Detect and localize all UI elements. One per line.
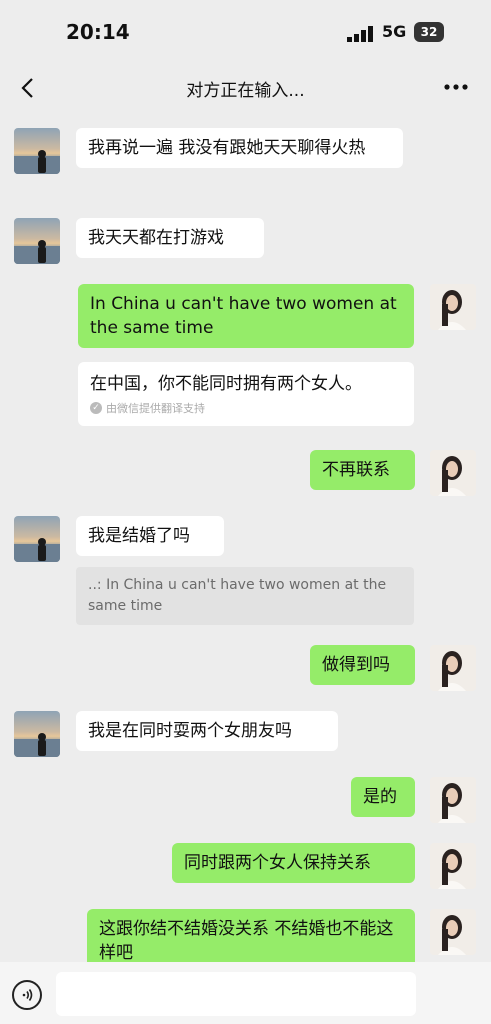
person-icon — [430, 909, 476, 955]
message-bubble-sent[interactable]: 做得到吗 — [310, 645, 415, 685]
message-bubble-received[interactable]: 我是结婚了吗 — [76, 516, 224, 556]
network-label: 5G — [382, 22, 407, 41]
silhouette-icon — [14, 240, 60, 264]
message-bubble-sent[interactable]: 不再联系 — [310, 450, 415, 490]
self-avatar[interactable] — [430, 843, 476, 889]
quoted-message[interactable]: ..: In China u can't have two women at t… — [76, 567, 414, 625]
translation-card[interactable]: 在中国，你不能同时拥有两个女人。 ✓ 由微信提供翻译支持 — [78, 362, 414, 426]
message-bubble-sent[interactable]: 是的 — [351, 777, 415, 817]
translation-source: ✓ 由微信提供翻译支持 — [90, 400, 402, 416]
signal-icon — [347, 26, 373, 42]
self-avatar[interactable] — [430, 284, 476, 330]
person-icon — [430, 284, 476, 330]
silhouette-icon — [14, 150, 60, 174]
voice-button[interactable] — [12, 980, 42, 1010]
person-icon — [430, 450, 476, 496]
message-bubble-received[interactable]: 我再说一遍 我没有跟她天天聊得火热 — [76, 128, 403, 168]
status-bar: 20:14 5G 32 — [0, 0, 491, 64]
message-bubble-received[interactable]: 我天天都在打游戏 — [76, 218, 264, 258]
self-avatar[interactable] — [430, 909, 476, 955]
message-input[interactable] — [56, 972, 416, 1016]
silhouette-icon — [14, 538, 60, 562]
person-icon — [430, 777, 476, 823]
contact-avatar[interactable] — [14, 711, 60, 757]
message-bubble-received[interactable]: 我是在同时耍两个女朋友吗 — [76, 711, 338, 751]
contact-avatar[interactable] — [14, 218, 60, 264]
person-icon — [430, 645, 476, 691]
contact-avatar[interactable] — [14, 128, 60, 174]
voice-icon — [22, 989, 33, 1001]
status-time: 20:14 — [66, 20, 130, 44]
message-bubble-sent[interactable]: In China u can't have two women at the s… — [78, 284, 414, 348]
contact-avatar[interactable] — [14, 516, 60, 562]
check-icon: ✓ — [90, 402, 102, 414]
more-icon — [444, 84, 468, 90]
silhouette-icon — [14, 733, 60, 757]
message-bubble-sent[interactable]: 同时跟两个女人保持关系 — [172, 843, 415, 883]
translation-source-label: 由微信提供翻译支持 — [106, 402, 205, 415]
self-avatar[interactable] — [430, 450, 476, 496]
chat-title: 对方正在输入... — [186, 81, 305, 101]
battery-icon: 32 — [414, 22, 444, 42]
translation-text: 在中国，你不能同时拥有两个女人。 — [90, 374, 362, 394]
self-avatar[interactable] — [430, 645, 476, 691]
nav-bar: 对方正在输入... — [0, 64, 491, 112]
self-avatar[interactable] — [430, 777, 476, 823]
person-icon — [430, 843, 476, 889]
more-options-button[interactable] — [439, 72, 473, 104]
input-bar — [0, 962, 491, 1024]
